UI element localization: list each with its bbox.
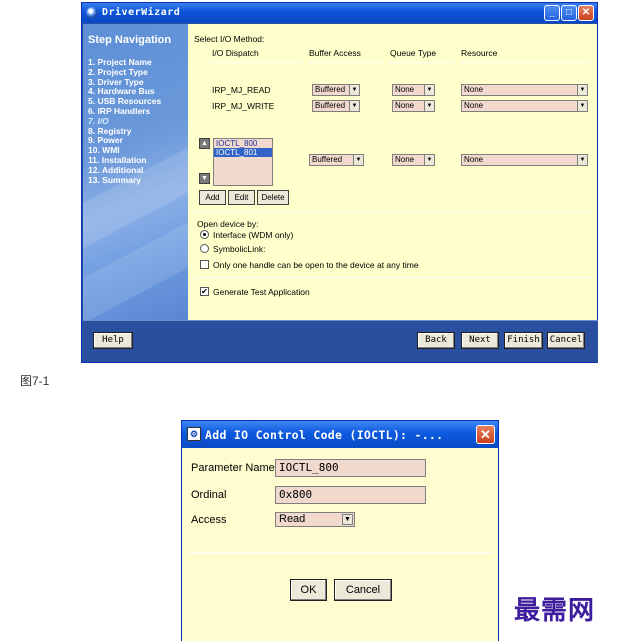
finish-button[interactable]: Finish bbox=[504, 332, 543, 349]
driver-wizard-window: DriverWizard _ □ ✕ Step Navigation 1. Pr… bbox=[81, 2, 598, 363]
chevron-down-icon: ▼ bbox=[424, 101, 434, 111]
resource-ioctl-combo[interactable]: None ▼ bbox=[461, 154, 588, 166]
header-underline bbox=[308, 62, 384, 63]
dialog-close-button[interactable]: ✕ bbox=[476, 425, 495, 444]
step-item[interactable]: 13. Summary bbox=[88, 175, 161, 186]
combo-value: None bbox=[395, 85, 415, 94]
parameter-name-label: Parameter Name bbox=[191, 462, 275, 474]
symbolic-link-radio-label[interactable]: SymbolicLink: bbox=[213, 244, 265, 254]
combo-value: Buffered bbox=[315, 101, 346, 110]
column-header-resource: Resource bbox=[461, 48, 498, 58]
queue-type-ioctl-combo[interactable]: None ▼ bbox=[392, 154, 435, 166]
nav-title: Step Navigation bbox=[88, 34, 172, 46]
ok-button[interactable]: OK bbox=[290, 579, 327, 601]
ordinal-label: Ordinal bbox=[191, 489, 227, 501]
queue-type-write-combo[interactable]: None ▼ bbox=[392, 100, 435, 112]
dialog-app-icon: ⚙ bbox=[187, 427, 201, 441]
figure-caption: 图7-1 bbox=[20, 374, 50, 388]
section-label: Select I/O Method: bbox=[194, 34, 265, 44]
maximize-button[interactable]: □ bbox=[561, 5, 577, 21]
add-ioctl-dialog: ⚙ Add IO Control Code (IOCTL): -... ✕ Pa… bbox=[181, 420, 499, 641]
resource-read-combo[interactable]: None ▼ bbox=[461, 84, 588, 96]
list-item-selected[interactable]: IOCTL_801 bbox=[214, 148, 272, 157]
dialog-cancel-button[interactable]: Cancel bbox=[334, 579, 392, 601]
dialog-title: Add IO Control Code (IOCTL): -... bbox=[205, 428, 444, 442]
section-divider bbox=[194, 277, 592, 278]
chevron-down-icon: ▼ bbox=[342, 514, 353, 525]
combo-value: None bbox=[464, 101, 484, 110]
queue-type-read-combo[interactable]: None ▼ bbox=[392, 84, 435, 96]
watermark-logo: 最需网 bbox=[514, 596, 596, 626]
close-button[interactable]: ✕ bbox=[578, 5, 594, 21]
test-app-checkbox[interactable]: ✔ bbox=[200, 287, 209, 296]
open-device-label: Open device by: bbox=[197, 219, 259, 229]
help-button[interactable]: Help bbox=[93, 332, 133, 349]
header-underline bbox=[460, 62, 590, 63]
combo-value: None bbox=[464, 155, 484, 164]
dialog-divider bbox=[189, 552, 492, 553]
resource-write-combo[interactable]: None ▼ bbox=[461, 100, 588, 112]
chevron-down-icon: ▼ bbox=[349, 101, 359, 111]
buffer-access-write-combo[interactable]: Buffered ▼ bbox=[312, 100, 360, 112]
step-navigation-panel: Step Navigation 1. Project Name 2. Proje… bbox=[83, 24, 188, 320]
column-header-dispatch: I/O Dispatch bbox=[212, 48, 259, 58]
column-header-queue: Queue Type bbox=[390, 48, 437, 58]
combo-value: None bbox=[395, 155, 415, 164]
chevron-down-icon: ▼ bbox=[424, 155, 434, 165]
delete-ioctl-button[interactable]: Delete bbox=[257, 190, 289, 205]
step-list: 1. Project Name 2. Project Type 3. Drive… bbox=[88, 57, 161, 186]
combo-value: Buffered bbox=[312, 155, 343, 164]
move-up-button[interactable]: ▲ bbox=[199, 138, 210, 149]
section-divider bbox=[194, 211, 592, 212]
interface-radio-label[interactable]: Interface (WDM only) bbox=[213, 230, 293, 240]
add-ioctl-button[interactable]: Add bbox=[199, 190, 226, 205]
chevron-down-icon: ▼ bbox=[577, 85, 587, 95]
ioctl-list[interactable]: IOCTL_800 IOCTL_801 bbox=[213, 138, 273, 186]
access-label: Access bbox=[191, 514, 227, 526]
buffer-access-ioctl-combo[interactable]: Buffered ▼ bbox=[309, 154, 364, 166]
test-app-label[interactable]: Generate Test Application bbox=[213, 287, 310, 297]
single-handle-checkbox[interactable] bbox=[200, 260, 209, 269]
combo-value: None bbox=[395, 101, 415, 110]
chevron-down-icon: ▼ bbox=[424, 85, 434, 95]
ordinal-input[interactable]: 0x800 bbox=[275, 486, 426, 504]
interface-radio[interactable] bbox=[200, 230, 209, 239]
symbolic-link-radio[interactable] bbox=[200, 244, 209, 253]
chevron-down-icon: ▼ bbox=[353, 155, 363, 165]
dispatch-read-label: IRP_MJ_READ bbox=[212, 85, 271, 95]
dispatch-write-label: IRP_MJ_WRITE bbox=[212, 101, 275, 111]
wizard-title: DriverWizard bbox=[102, 7, 181, 18]
header-underline bbox=[389, 62, 455, 63]
parameter-name-input[interactable]: IOCTL_800 bbox=[275, 459, 426, 477]
edit-ioctl-button[interactable]: Edit bbox=[228, 190, 255, 205]
next-button[interactable]: Next bbox=[461, 332, 499, 349]
combo-value: None bbox=[464, 85, 484, 94]
wizard-button-bar: Help Back Next Finish Cancel bbox=[83, 320, 598, 362]
buffer-access-read-combo[interactable]: Buffered ▼ bbox=[312, 84, 360, 96]
wizard-app-icon bbox=[86, 7, 98, 19]
chevron-down-icon: ▼ bbox=[349, 85, 359, 95]
column-header-buffer: Buffer Access bbox=[309, 48, 361, 58]
combo-value: Buffered bbox=[315, 85, 346, 94]
move-down-button[interactable]: ▼ bbox=[199, 173, 210, 184]
minimize-button[interactable]: _ bbox=[544, 5, 560, 21]
chevron-down-icon: ▼ bbox=[577, 155, 587, 165]
back-button[interactable]: Back bbox=[417, 332, 455, 349]
access-select-value: Read bbox=[279, 513, 306, 525]
dialog-titlebar[interactable]: ⚙ Add IO Control Code (IOCTL): -... ✕ bbox=[182, 421, 498, 448]
chevron-down-icon: ▼ bbox=[577, 101, 587, 111]
cancel-button[interactable]: Cancel bbox=[547, 332, 585, 349]
access-select[interactable]: Read ▼ bbox=[275, 512, 355, 527]
header-underline bbox=[210, 62, 303, 63]
list-item[interactable]: IOCTL_800 bbox=[214, 139, 272, 148]
io-step-content: Select I/O Method: I/O Dispatch Buffer A… bbox=[188, 24, 597, 320]
wizard-titlebar[interactable]: DriverWizard _ □ ✕ bbox=[82, 3, 597, 23]
single-handle-label[interactable]: Only one handle can be open to the devic… bbox=[213, 260, 419, 270]
